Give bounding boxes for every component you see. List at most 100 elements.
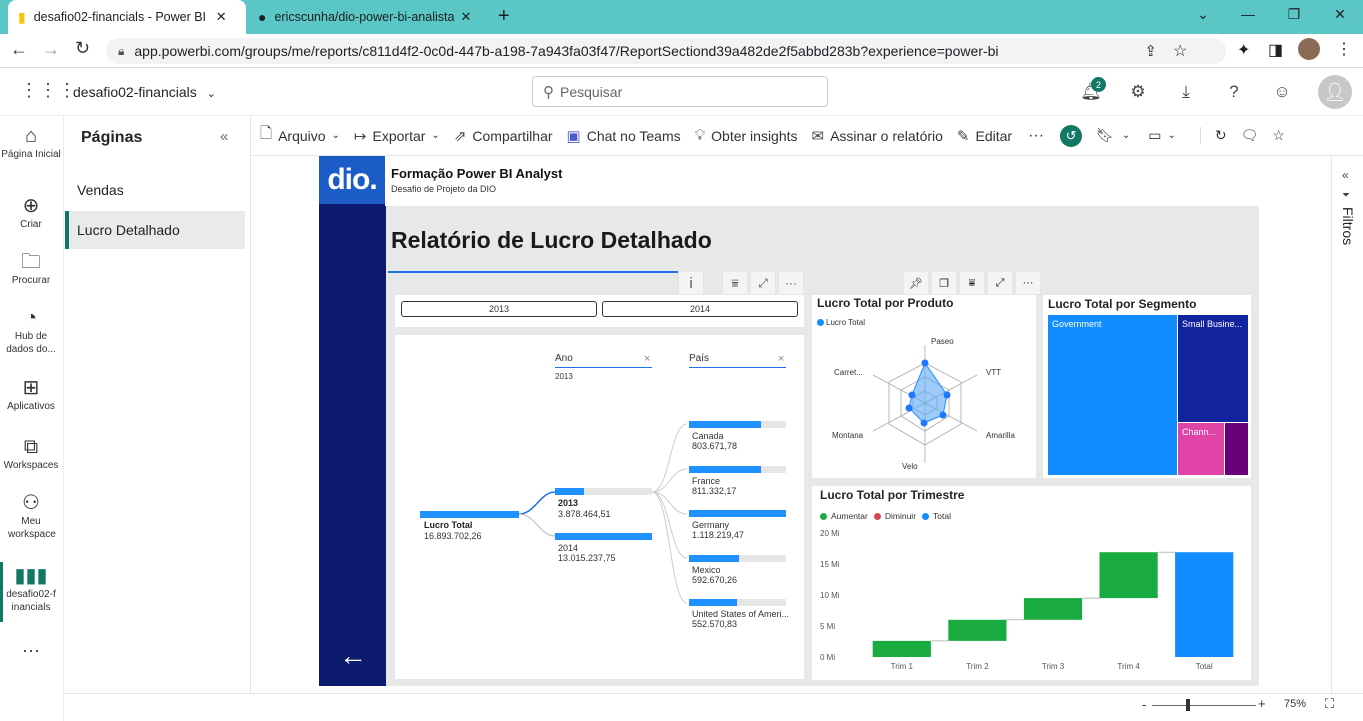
country-bar[interactable] [689,555,739,562]
expand-filters-icon[interactable]: « [1342,168,1363,182]
close-window-button[interactable]: ✕ [1317,0,1363,28]
treemap-tile-small-business[interactable]: Small Busine... [1178,315,1248,422]
back-button[interactable]: ← [10,39,28,60]
focus-mode-icon[interactable]: ⤢ [987,271,1013,295]
country-bar[interactable] [689,510,786,517]
filter-visual-icon[interactable]: ⩸ [722,271,748,295]
feedback-smiley-icon[interactable]: ☺ [1268,78,1296,106]
nav-apps[interactable]: ⊞ Aplicativos [0,376,62,413]
nav-browse[interactable]: 🗀 Procurar [0,250,62,287]
zoom-slider-thumb[interactable] [1186,699,1190,711]
search-placeholder: Pesquisar [560,83,623,100]
url-bar[interactable]: 🔒︎ app.powerbi.com/groups/me/reports/c81… [106,38,1226,64]
user-avatar[interactable]: 👤︎ [1318,75,1352,109]
nav-workspaces[interactable]: ⧉ Workspaces [0,435,62,472]
country-bar[interactable] [689,599,737,606]
waterfall-bar[interactable] [1099,552,1158,599]
view-icon: ▭ [1148,127,1162,143]
share-button[interactable]: ⇗ Compartilhar [454,127,553,145]
more-options-icon[interactable]: ··· [1015,271,1041,295]
slicer-option-2014[interactable]: 2014 [602,301,798,317]
subscribe-button[interactable]: ✉ Assinar o relatório [812,127,943,145]
browser-tab-github[interactable]: ● ericscunha/dio-power-bi-analista ✕ [250,0,490,34]
edit-button[interactable]: ✎ Editar [957,127,1012,145]
chevron-down-icon: ⌄ [206,88,216,100]
x-tick-label: Trim 4 [1117,662,1140,671]
share-icon[interactable]: ⇪ [1144,42,1157,60]
page-item-lucro-detalhado[interactable]: Lucro Detalhado [65,211,245,249]
tab-title: ericscunha/dio-power-bi-analista [274,10,455,24]
collapse-pages-icon[interactable]: « [220,128,228,145]
nav-data-hub[interactable]: ◔ Hub de dados do... [0,306,62,356]
new-tab-button[interactable]: + [498,5,510,28]
waterfall-bar[interactable] [872,640,931,657]
zoom-out-button[interactable]: - [1142,697,1146,712]
focus-mode-icon[interactable]: ⤢ [750,271,776,295]
tab-search-icon[interactable]: ⌄ [1180,0,1226,28]
nav-home[interactable]: ⌂ Página Inicial [0,124,62,161]
search-box[interactable]: ⚲ Pesquisar [532,76,828,107]
filters-pane[interactable]: « ⏷ Filtros [1331,156,1363,693]
file-menu[interactable]: 🗋︎ Arquivo ⌄ [260,123,340,148]
year-2013-bar[interactable] [555,488,584,495]
minimize-button[interactable]: — [1225,0,1271,28]
treemap-tile-channel[interactable]: Chann... [1178,423,1224,475]
root-bar[interactable] [420,511,519,518]
copy-icon[interactable]: ❐ [931,271,957,295]
bookmark-star-icon[interactable]: ☆ [1173,41,1187,61]
treemap-tile-other[interactable] [1225,423,1248,475]
nav-label: Procurar [11,275,51,286]
info-icon[interactable]: i [678,271,704,295]
year-2014-bar[interactable] [555,533,652,540]
export-menu[interactable]: ↦ Exportar ⌄ [354,127,440,145]
more-actions-icon[interactable]: ··· [1028,127,1044,145]
zoom-slider-track[interactable] [1152,705,1256,706]
nav-create[interactable]: ⊕ Criar [0,194,62,231]
waterfall-bar[interactable] [948,619,1007,641]
reload-button[interactable]: ↻ [75,38,90,59]
waterfall-bar[interactable] [1023,598,1083,620]
more-options-icon[interactable]: ··· [778,271,804,295]
sidebar-icon[interactable]: ◨ [1268,40,1283,60]
settings-gear-icon[interactable]: ⚙ [1124,78,1152,106]
browser-tab-powerbi[interactable]: ▮ desafio02-financials - Power BI ✕ [8,0,246,34]
country-bar[interactable] [689,466,761,473]
pin-icon[interactable]: 📌︎ [903,271,929,295]
bookmark-menu[interactable]: 🔖︎ ⌄ [1096,127,1130,144]
zoom-in-button[interactable]: + [1258,696,1266,711]
filter-visual-icon[interactable]: ⩸ [959,271,985,295]
apps-icon: ⊞ [22,377,40,399]
extensions-icon[interactable]: ✦ [1237,40,1250,60]
profile-avatar[interactable] [1298,38,1320,60]
app-launcher-icon[interactable]: ⋮⋮⋮ [20,80,77,101]
decomp-connectors [518,423,688,604]
back-arrow-icon[interactable]: ← [339,640,367,672]
favorite-star-icon[interactable]: ☆ [1272,127,1285,144]
report-header-subtitle: Desafio de Projeto da DIO [391,184,497,194]
comment-icon[interactable]: 🗨︎ [1241,127,1259,144]
radar-label: Montana [832,431,864,440]
help-icon[interactable]: ? [1220,78,1248,106]
insights-button[interactable]: 💡︎ Obter insights [695,127,798,144]
reset-icon[interactable]: ↺ [1060,124,1083,147]
country-bar[interactable] [689,421,761,428]
workspace-breadcrumb[interactable]: desafio02-financials ⌄ [73,84,216,100]
page-item-vendas[interactable]: Vendas [65,171,245,209]
close-tab-icon[interactable]: ✕ [216,9,227,25]
refresh-icon[interactable]: ↻ [1199,127,1227,144]
browser-menu-icon[interactable]: ⋮ [1336,39,1352,59]
fit-to-page-icon[interactable]: ⛶ [1325,696,1334,712]
waterfall-bar[interactable] [1175,552,1234,657]
close-tab-icon[interactable]: ✕ [460,9,471,25]
download-icon[interactable]: ⤓ [1172,78,1200,106]
view-menu[interactable]: ▭ ⌄ [1148,127,1176,144]
nav-my-workspace[interactable]: ⚇ Meu workspace [0,491,62,541]
slicer-option-2013[interactable]: 2013 [401,301,597,317]
more-options-icon[interactable]: ··· [0,641,62,659]
restore-button[interactable]: ❐ [1271,0,1317,28]
treemap-tile-government[interactable]: Government [1048,315,1177,475]
tab-title: desafio02-financials - Power BI [33,10,207,24]
forward-button[interactable]: → [42,39,60,60]
teams-chat-button[interactable]: ▣ Chat no Teams [567,127,681,145]
nav-current-workspace[interactable]: ▮▮▮ desafio02-financials [0,564,62,614]
